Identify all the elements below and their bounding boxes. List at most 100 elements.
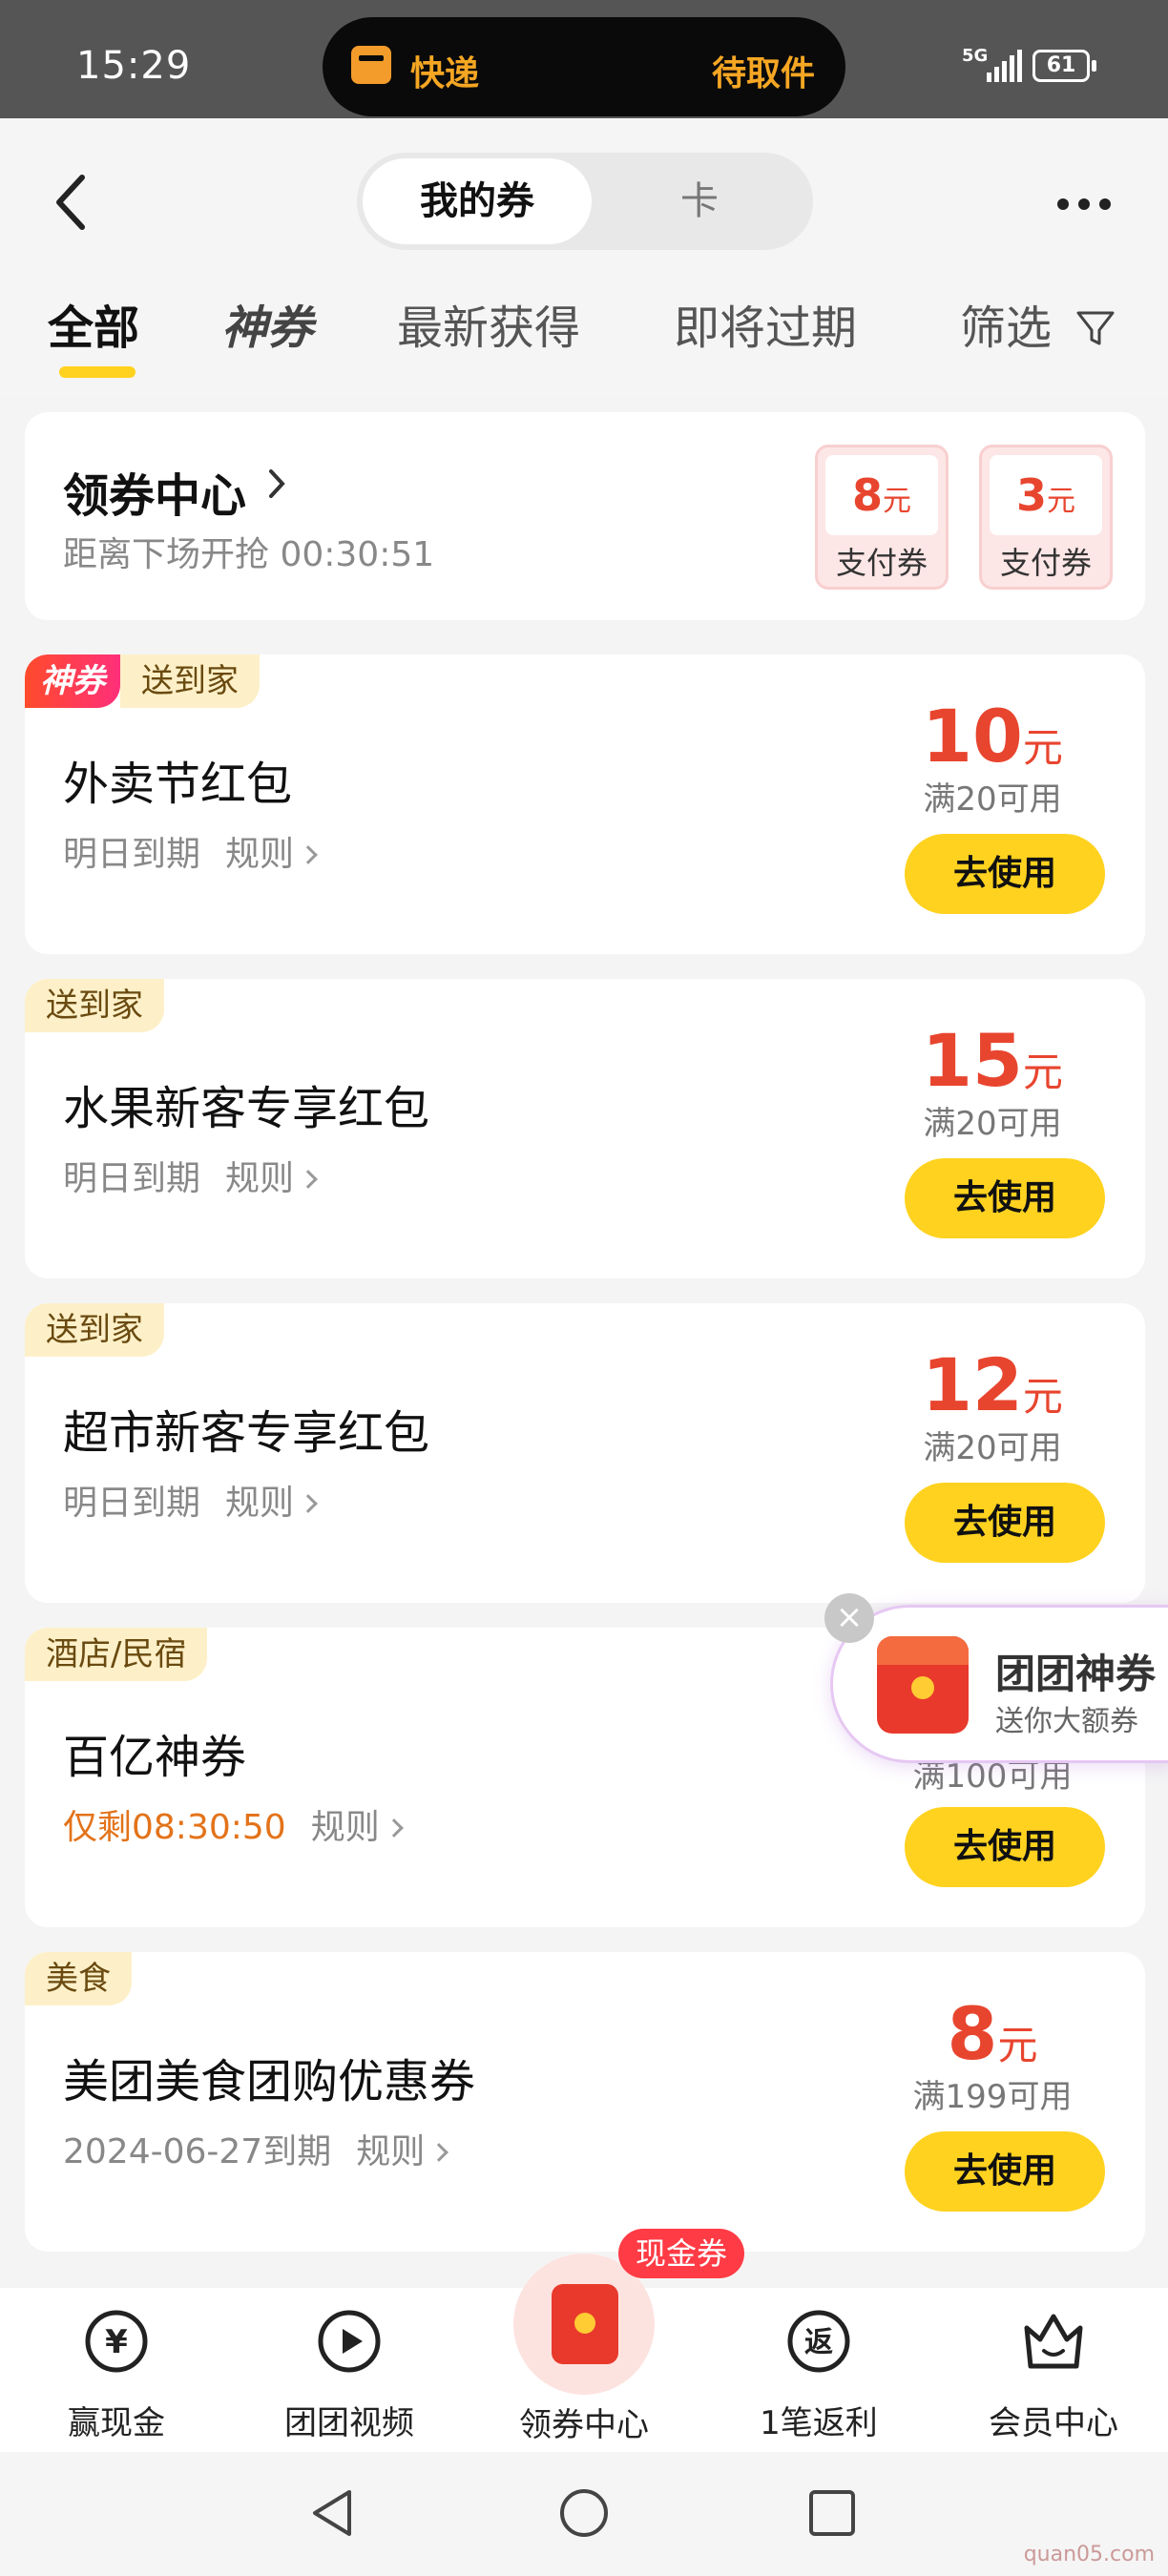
tab-god-coupons[interactable]: 神券 [221, 290, 313, 357]
coupon-rule-link[interactable]: 规则 [225, 835, 294, 874]
nav-label: 赢现金 [68, 2404, 165, 2442]
chevron-right-icon [299, 1170, 318, 1189]
coupon-expiry: 明日到期 [63, 835, 201, 874]
use-coupon-button[interactable]: 去使用 [905, 1158, 1105, 1238]
coupon-title: 水果新客专享红包 [63, 1082, 430, 1135]
more-icon[interactable] [1057, 195, 1115, 214]
close-icon[interactable]: × [824, 1593, 874, 1643]
coupon-card[interactable]: 美食 美团美食团购优惠券 2024-06-27到期 规则 8元 满199可用 去使… [25, 1952, 1145, 2252]
pay-coupon-unit: 元 [883, 485, 911, 518]
coupon-amount: 15 [922, 1018, 1023, 1103]
coupon-unit: 元 [1022, 724, 1063, 771]
nav-item-rebate[interactable]: 返 1笔返利 [723, 2307, 914, 2443]
coupon-expiry: 2024-06-27到期 [63, 2132, 332, 2171]
pay-coupon-amount: 8 [851, 469, 883, 521]
category-tag: 送到家 [25, 979, 164, 1032]
use-coupon-button[interactable]: 去使用 [905, 1807, 1105, 1887]
back-icon[interactable] [52, 174, 90, 231]
coupon-unit: 元 [1022, 1049, 1063, 1095]
coupon-rule-link[interactable]: 规则 [311, 1808, 380, 1847]
pay-coupon-8[interactable]: 8元 支付券 [815, 445, 949, 590]
coupon-title: 美团美食团购优惠券 [63, 2055, 476, 2109]
coupon-title: 百亿神券 [63, 1731, 247, 1784]
coupon-rule-link[interactable]: 规则 [356, 2132, 425, 2171]
filter-tabs: 全部 神券 最新获得 即将过期 筛选 [0, 290, 1168, 385]
coupon-center-card[interactable]: 领券中心 距离下场开抢 00:30:51 8元 支付券 3元 支付券 [25, 412, 1145, 620]
dynamic-island-express[interactable]: 快递 待取件 [323, 17, 845, 116]
package-icon [351, 46, 391, 84]
nav-label: 会员中心 [989, 2404, 1118, 2442]
god-coupon-tag: 神券 [25, 654, 120, 708]
next-round-countdown: 距离下场开抢 00:30:51 [63, 535, 435, 574]
coupon-condition: 满20可用 [923, 1105, 1062, 1143]
tab-cards[interactable]: 卡 [592, 158, 807, 244]
chevron-right-icon [299, 1494, 318, 1513]
category-tag: 送到家 [120, 654, 260, 708]
nav-item-member[interactable]: 会员中心 [958, 2307, 1149, 2443]
rebate-icon: 返 [787, 2310, 850, 2373]
chevron-right-icon [299, 845, 318, 864]
nav-item-video[interactable]: 团团视频 [254, 2307, 445, 2443]
use-coupon-button[interactable]: 去使用 [905, 834, 1105, 914]
coupon-rule-link[interactable]: 规则 [225, 1484, 294, 1523]
coupon-card[interactable]: 送到家 超市新客专享红包 明日到期 规则 12元 满20可用 去使用 [25, 1303, 1145, 1603]
floating-god-coupon-promo[interactable]: 团团神券 送你大额券 [830, 1605, 1168, 1763]
system-nav-bar: quan05.com [0, 2452, 1168, 2576]
coupon-center-title: 领券中心 [63, 469, 247, 523]
pay-coupon-unit: 元 [1047, 485, 1075, 518]
segment-switch: 我的券 卡 [357, 153, 813, 250]
coupon-condition: 满199可用 [912, 2078, 1073, 2116]
cash-coupon-badge: 现金券 [618, 2229, 745, 2278]
coupon-card[interactable]: 送到家 水果新客专享红包 明日到期 规则 15元 满20可用 去使用 [25, 979, 1145, 1278]
tab-filter[interactable]: 筛选 [960, 290, 1052, 357]
pay-coupon-label: 支付券 [999, 545, 1092, 581]
yen-coin-icon: ¥ [85, 2310, 148, 2373]
coupon-condition: 满100可用 [912, 1757, 1073, 1796]
coupon-unit: 元 [1022, 1373, 1063, 1420]
category-tag: 送到家 [25, 1303, 164, 1357]
coupon-title: 外卖节红包 [63, 758, 293, 811]
coupon-condition: 满20可用 [923, 1429, 1062, 1467]
coupon-unit: 元 [997, 2022, 1038, 2068]
coupon-expiry: 明日到期 [63, 1484, 201, 1523]
chevron-right-icon [384, 1818, 404, 1838]
coupon-rule-link[interactable]: 规则 [225, 1159, 294, 1198]
watermark: quan05.com [1023, 2543, 1155, 2566]
coupon-title: 超市新客专享红包 [63, 1406, 430, 1460]
signal-icon [987, 50, 1022, 82]
use-coupon-button[interactable]: 去使用 [905, 1483, 1105, 1563]
tab-my-coupons[interactable]: 我的券 [363, 158, 592, 244]
filter-funnel-icon[interactable] [1073, 305, 1118, 351]
nav-item-earn-cash[interactable]: ¥ 赢现金 [21, 2307, 212, 2443]
pay-coupon-3[interactable]: 3元 支付券 [979, 445, 1113, 590]
coupon-amount: 10 [922, 694, 1023, 779]
tab-newest[interactable]: 最新获得 [397, 290, 580, 357]
active-tab-indicator [59, 366, 136, 378]
pay-coupon-amount: 3 [1015, 469, 1047, 521]
coupon-condition: 满20可用 [923, 780, 1062, 819]
category-tag: 酒店/民宿 [25, 1628, 208, 1681]
tab-all[interactable]: 全部 [48, 290, 139, 357]
coupon-card[interactable]: 神券 送到家 外卖节红包 明日到期 规则 10元 满20可用 去使用 [25, 654, 1145, 954]
system-recents-icon[interactable] [807, 2488, 857, 2538]
promo-title: 团团神券 [995, 1651, 1157, 1697]
system-back-icon[interactable] [307, 2486, 357, 2540]
red-envelope-icon [877, 1636, 969, 1734]
status-bar: 15:29 快递 待取件 5G 61 [0, 0, 1168, 118]
island-express-label: 快递 [410, 54, 480, 93]
nav-label: 团团视频 [284, 2404, 414, 2442]
page-header: 我的券 卡 全部 神券 最新获得 即将过期 筛选 [0, 118, 1168, 397]
red-envelope-icon [552, 2284, 618, 2364]
battery-icon: 61 [1032, 50, 1096, 82]
status-time: 15:29 [76, 44, 192, 88]
island-pickup-label: 待取件 [711, 54, 815, 93]
svg-text:返: 返 [804, 2326, 833, 2359]
use-coupon-button[interactable]: 去使用 [905, 2131, 1105, 2212]
svg-text:¥: ¥ [105, 2323, 128, 2361]
chevron-right-icon [269, 469, 285, 498]
system-home-icon[interactable] [557, 2486, 611, 2540]
pay-coupon-label: 支付券 [835, 545, 928, 581]
promo-subtitle: 送你大额券 [995, 1705, 1138, 1738]
tab-expiring[interactable]: 即将过期 [674, 290, 857, 357]
coupon-expiry: 明日到期 [63, 1159, 201, 1198]
